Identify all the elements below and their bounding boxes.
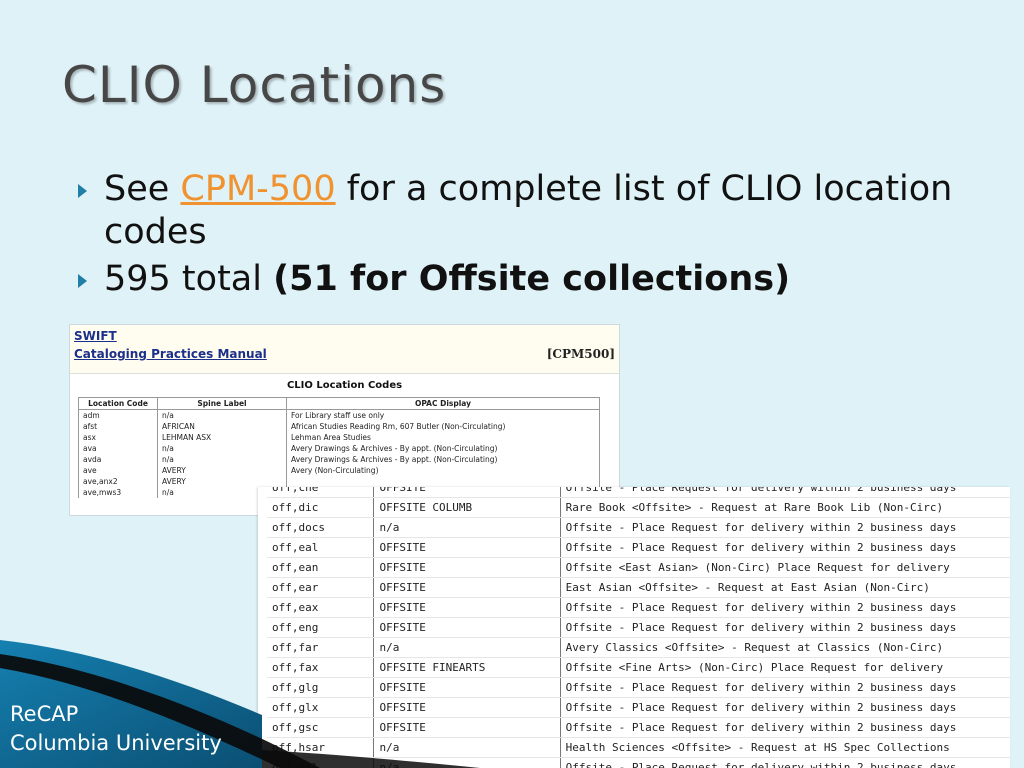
cell-spine-label: LEHMAN ASX — [157, 432, 287, 443]
table-row: off,dic OFFSITE COLUMB Rare Book <Offsite>… — [267, 497, 1010, 518]
cell-opac-display: Offsite - Place Request for delivery wit… — [560, 487, 1010, 498]
cell-spine-label: AVERY — [157, 465, 287, 476]
cell-spine-label: OFFSITE COLUMB — [373, 497, 561, 518]
cell-opac-display: Avery Drawings & Archives - By appt. (No… — [286, 454, 600, 465]
cell-opac-display: Lehman Area Studies — [286, 432, 600, 443]
table-row: off,eal OFFSITE Offsite - Place Request fo… — [267, 537, 1010, 558]
cell-opac-display: Offsite - Place Request for delivery wit… — [560, 537, 1010, 558]
cell-opac-display: Avery (Non-Circulating) — [286, 465, 600, 476]
table-row: off,eax OFFSITE Offsite - Place Request fo… — [267, 597, 1010, 618]
cell-opac-display: Offsite - Place Request for delivery wit… — [560, 517, 1010, 538]
table-row: ava n/a Avery Drawings & Archives - By app… — [78, 443, 600, 454]
cell-location-code: ava — [78, 443, 158, 454]
cell-opac-display: Offsite - Place Request for delivery wit… — [560, 717, 1010, 738]
doc-code: [CPM500] — [546, 347, 615, 361]
cell-location-code: adm — [78, 409, 158, 421]
header-spine-label: Spine Label — [157, 397, 287, 410]
bullet-total-offsite: (51 for Offsite collections) — [273, 259, 791, 299]
cell-location-code: off,docs — [267, 517, 375, 538]
cell-spine-label: OFFSITE — [373, 617, 561, 638]
table-row: asx LEHMAN ASX Lehman Area Studies — [78, 432, 600, 443]
cell-spine-label: OFFSITE — [373, 597, 561, 618]
cell-location-code: avda — [78, 454, 158, 465]
cell-opac-display: Offsite - Place Request for delivery wit… — [560, 597, 1010, 618]
cell-opac-display: Avery Drawings & Archives - By appt. (No… — [286, 443, 600, 454]
cell-spine-label: OFFSITE — [373, 577, 561, 598]
header-opac-display: OPAC Display — [286, 397, 600, 410]
table-row: ave,anx2 AVERY — [78, 476, 600, 487]
location-codes-table: Location Code Spine Label OPAC Display a… — [78, 397, 600, 498]
table-row: ave AVERY Avery (Non-Circulating) — [78, 465, 600, 476]
header-location-code: Location Code — [78, 397, 158, 410]
slide-title: CLIO Locations — [62, 56, 447, 114]
bullet-list: See CPM-500 for a complete list of CLIO … — [78, 168, 978, 301]
cell-opac-display: Offsite - Place Request for delivery wit… — [560, 697, 1010, 718]
cell-opac-display: Avery Classics <Offsite> - Request at Cl… — [560, 637, 1010, 658]
cell-location-code: asx — [78, 432, 158, 443]
bullet-arrow-icon — [78, 184, 87, 198]
cpm-500-link[interactable]: CPM-500 — [180, 169, 335, 209]
table-row: adm n/a For Library staff use only — [78, 409, 600, 421]
table-row: off,che OFFSITE Offsite - Place Request fo… — [267, 487, 1010, 498]
cell-spine-label: OFFSITE — [373, 487, 561, 498]
table-row: off,docs n/a Offsite - Place Request for d… — [267, 517, 1010, 538]
table-header-row: Location Code Spine Label OPAC Display — [78, 397, 600, 410]
cell-opac-display: Offsite - Place Request for delivery wit… — [560, 757, 1010, 768]
footer-columbia: Columbia University — [10, 731, 222, 755]
cell-spine-label: AFRICAN — [157, 421, 287, 432]
cell-spine-label: n/a — [157, 454, 287, 465]
cell-location-code: off,ean — [267, 557, 375, 578]
bullet-cpm-prefix: See — [104, 169, 181, 209]
cell-opac-display: For Library staff use only — [286, 409, 600, 421]
cell-location-code: off,eng — [267, 617, 375, 638]
bullet-total-prefix: 595 total — [104, 259, 274, 299]
cell-spine-label: n/a — [373, 517, 561, 538]
cell-spine-label: OFFSITE — [373, 557, 561, 578]
cell-opac-display: Health Sciences <Offsite> - Request at H… — [560, 737, 1010, 758]
table-row: off,ean OFFSITE Offsite <East Asian> (Non-… — [267, 557, 1010, 578]
footer-text: ReCAP Columbia University — [10, 700, 222, 758]
cell-location-code: ave,mws3 — [78, 487, 158, 498]
cell-location-code: ave — [78, 465, 158, 476]
cell-opac-display: Offsite <Fine Arts> (Non-Circ) Place Req… — [560, 657, 1010, 678]
cell-location-code: off,che — [267, 487, 375, 498]
cell-opac-display: Offsite - Place Request for delivery wit… — [560, 677, 1010, 698]
table-row: off,eng OFFSITE Offsite - Place Request fo… — [267, 617, 1010, 638]
cataloging-manual-link[interactable]: Cataloging Practices Manual — [74, 347, 267, 361]
cell-opac-display: African Studies Reading Rm, 607 Butler (… — [286, 421, 600, 432]
cell-location-code: afst — [78, 421, 158, 432]
cell-opac-display: East Asian <Offsite> - Request at East A… — [560, 577, 1010, 598]
mini-table-body: adm n/a For Library staff use only afst AFRI… — [78, 409, 600, 498]
cell-location-code: off,eax — [267, 597, 375, 618]
cell-location-code: off,dic — [267, 497, 375, 518]
cell-spine-label: OFFSITE — [373, 537, 561, 558]
cell-opac-display: Offsite - Place Request for delivery wit… — [560, 617, 1010, 638]
cell-spine-label: AVERY — [157, 476, 287, 487]
swift-link[interactable]: SWIFT — [74, 329, 117, 343]
doc-header: SWIFT Cataloging Practices Manual [CPM50… — [70, 325, 619, 374]
cell-spine-label: n/a — [157, 409, 287, 421]
cell-location-code: off,ear — [267, 577, 375, 598]
table-row: avda n/a Avery Drawings & Archives - By ap… — [78, 454, 600, 465]
bullet-arrow-icon — [78, 274, 87, 288]
cell-opac-display — [286, 476, 600, 487]
bullet-total: 595 total (51 for Offsite collections) — [78, 258, 978, 301]
table-row: off,ear OFFSITE East Asian <Offsite> - Req… — [267, 577, 1010, 598]
table-row: afst AFRICAN African Studies Reading Rm, 6… — [78, 421, 600, 432]
footer-recap: ReCAP — [10, 702, 79, 726]
doc-heading: CLIO Location Codes — [286, 380, 403, 391]
cell-spine-label: n/a — [157, 443, 287, 454]
cell-opac-display: Rare Book <Offsite> - Request at Rare Bo… — [560, 497, 1010, 518]
cell-opac-display: Offsite <East Asian> (Non-Circ) Place Re… — [560, 557, 1010, 578]
cell-location-code: ave,anx2 — [78, 476, 158, 487]
cell-location-code: off,eal — [267, 537, 375, 558]
bullet-cpm: See CPM-500 for a complete list of CLIO … — [78, 168, 978, 254]
